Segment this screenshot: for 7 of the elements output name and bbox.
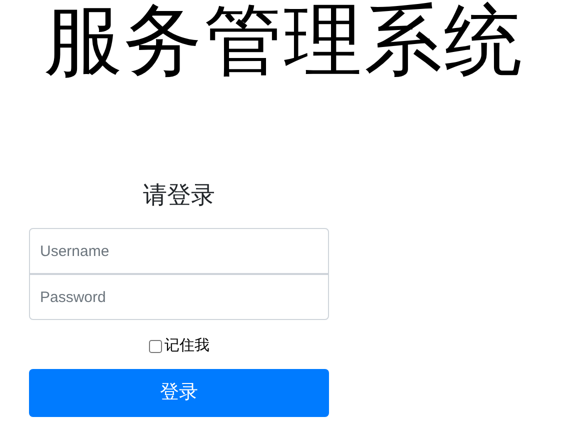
username-field[interactable]: Username <box>29 228 329 274</box>
remember-label: 记住我 <box>164 336 210 356</box>
login-heading: 请登录 <box>143 181 215 211</box>
remember-checkbox[interactable] <box>148 340 162 352</box>
app-title: 服务管理系统 <box>44 0 524 80</box>
password-field[interactable]: Password <box>29 274 329 320</box>
login-button[interactable]: 登录 <box>29 369 329 417</box>
